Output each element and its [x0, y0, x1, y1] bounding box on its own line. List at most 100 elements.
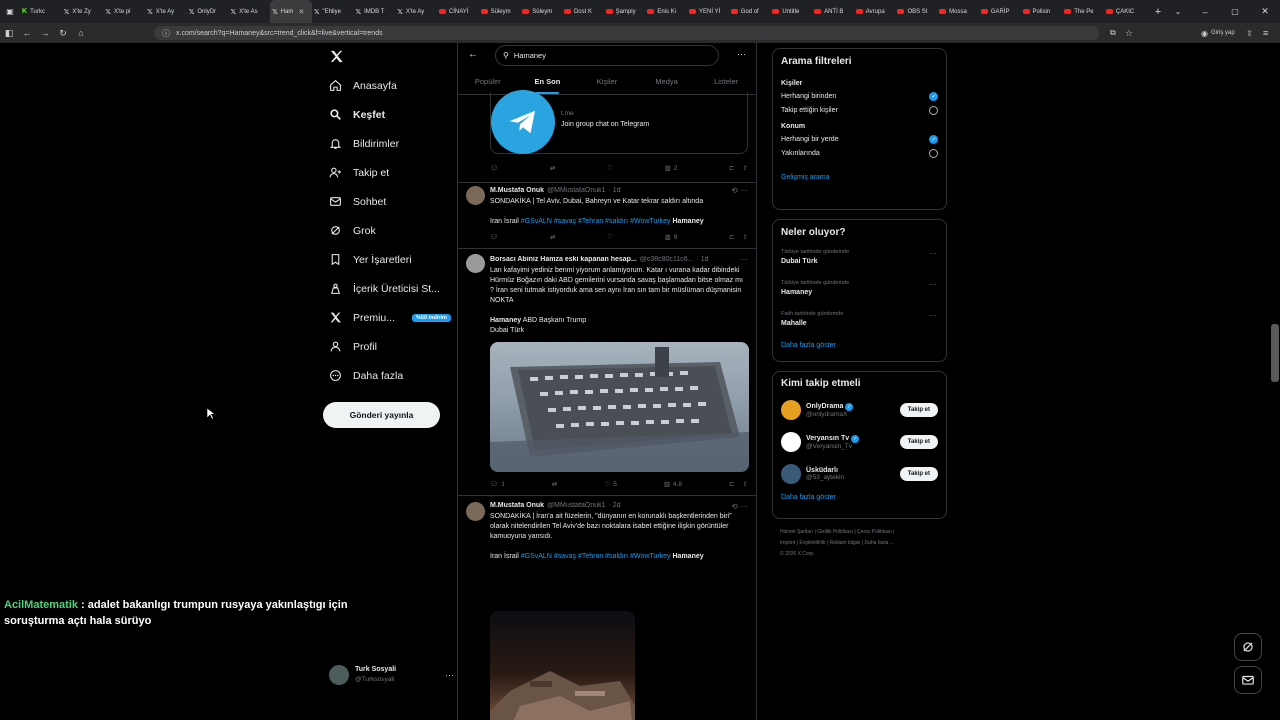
browser-tab[interactable]: CİNAYİ: [437, 0, 479, 23]
browser-tab[interactable]: K Turkc: [20, 0, 62, 23]
trend-more-icon[interactable]: ···: [929, 280, 937, 289]
who-to-follow-item[interactable]: OnlyDrama ✓ @onlydramaX Takip et: [773, 394, 946, 426]
browser-tab[interactable]: 𝕏 X'te Ay: [145, 0, 187, 23]
like-icon[interactable]: ♡ 5: [604, 480, 616, 489]
bookmark-icon[interactable]: ⊏: [729, 480, 734, 488]
hashtags[interactable]: #GSvALN #savaş #Tehran #saldırı #WowTurk…: [521, 553, 671, 560]
back-arrow-icon[interactable]: ←: [468, 49, 478, 60]
radio-button[interactable]: [929, 148, 938, 158]
browser-tab[interactable]: 𝕏 X'te Zy: [62, 0, 104, 23]
reload-icon[interactable]: ↻: [54, 28, 72, 39]
post-button[interactable]: Gönderi yayınla: [323, 402, 440, 428]
like-icon[interactable]: ♡: [607, 164, 613, 172]
back-icon[interactable]: ←: [18, 28, 36, 38]
account-switcher[interactable]: Turk Sosyali @Turksosyali ···: [329, 665, 454, 685]
trends-show-more[interactable]: Daha fazla göster: [773, 342, 946, 349]
bookmark-icon[interactable]: ⊏: [729, 233, 734, 241]
home-browser-icon[interactable]: ⌂: [72, 28, 90, 38]
maximize-icon[interactable]: ▢: [1220, 7, 1250, 16]
browser-tab[interactable]: YENİ Yİ: [687, 0, 729, 23]
url-field[interactable]: ⓘ x.com/search?q=Hamaney&src=trend_click…: [154, 26, 1099, 40]
browser-tab[interactable]: The Pe: [1062, 0, 1104, 23]
share-icon[interactable]: ⇧: [743, 233, 748, 241]
messages-fab-icon[interactable]: [1234, 666, 1262, 694]
avatar[interactable]: [466, 186, 485, 205]
browser-tab[interactable]: Dost K: [562, 0, 604, 23]
post-menu-icon[interactable]: ···: [740, 255, 748, 264]
close-window-icon[interactable]: ✕: [1250, 6, 1280, 17]
browser-tab[interactable]: Enis Ki: [645, 0, 687, 23]
trend-more-icon[interactable]: ···: [929, 311, 937, 320]
repost-icon[interactable]: ⇄: [550, 233, 555, 241]
extensions-icon[interactable]: ⇪: [1246, 29, 1253, 38]
share-icon[interactable]: ⇧: [743, 480, 748, 488]
hashtags[interactable]: #GSvALN #savaş #Tehran #saldırı #WowTurk…: [521, 218, 671, 225]
nav-item-search[interactable]: Keşfet: [320, 100, 455, 129]
author-handle[interactable]: @MMustafaOnuk1: [547, 502, 605, 509]
filter-option[interactable]: Takip ettiğin kişiler: [773, 103, 946, 117]
advanced-search-link[interactable]: Gelişmiş arama: [773, 174, 946, 181]
browser-tab[interactable]: 𝕏 X'te Ay: [395, 0, 437, 23]
search-input[interactable]: ⚲ Hamaney: [495, 45, 719, 66]
browser-tab[interactable]: Untitle: [770, 0, 812, 23]
post[interactable]: M.Mustafa Onuk @MMustafaOnuk1 · 1d ⟲ ···…: [458, 183, 756, 249]
nav-item-follow[interactable]: Takip et: [320, 158, 455, 187]
nav-item-home[interactable]: Anasayfa: [320, 71, 455, 100]
x-logo-icon[interactable]: [329, 49, 344, 64]
browser-tab[interactable]: Süleym: [520, 0, 562, 23]
reply-icon[interactable]: 💬︎ 1: [490, 480, 505, 489]
who-to-follow-item[interactable]: Üsküdarlı @53_aytekin Takip et: [773, 458, 946, 490]
browser-tab[interactable]: 𝕏 X'te As: [228, 0, 270, 23]
grok-fab-icon[interactable]: [1234, 633, 1262, 661]
tab-2[interactable]: Kişiler: [577, 69, 637, 94]
trend-more-icon[interactable]: ···: [929, 249, 937, 258]
trend-item[interactable]: Fatih tarihinde gündemde Mahalle ···: [773, 311, 946, 342]
views-icon[interactable]: ▥ 4.8: [664, 480, 682, 489]
browser-menu-icon[interactable]: ≡: [1263, 28, 1268, 38]
reader-icon[interactable]: ⧉: [1110, 28, 1116, 38]
post[interactable]: Borsacı Abiniz Hamza eski kapanan hesap.…: [458, 249, 756, 496]
nav-item-bell[interactable]: Bildirimler: [320, 129, 455, 158]
browser-tab[interactable]: Şampiy: [604, 0, 646, 23]
reply-icon[interactable]: 💬︎: [490, 233, 498, 241]
trend-item[interactable]: Türkiye tarihinde gündemde Hamaney ···: [773, 280, 946, 311]
nav-item-creator[interactable]: İçerik Üreticisi St...: [320, 274, 455, 303]
who-show-more[interactable]: Daha fazla göster: [773, 494, 946, 501]
browser-tab[interactable]: God of: [729, 0, 771, 23]
avatar[interactable]: [466, 254, 485, 273]
follow-button[interactable]: Takip et: [899, 467, 938, 481]
repost-icon[interactable]: ⇄: [550, 164, 555, 172]
browser-tab[interactable]: 𝕏 IMDB T: [354, 0, 396, 23]
minimize-icon[interactable]: –: [1190, 7, 1220, 17]
author-handle[interactable]: @MMustafaOnuk1: [547, 187, 605, 194]
post-menu-icon[interactable]: ⟲ ···: [731, 502, 748, 511]
trend-item[interactable]: Türkiye tarihinde gündemde Dubai Türk ···: [773, 249, 946, 280]
reply-icon[interactable]: 💬︎: [490, 164, 498, 172]
browser-tab[interactable]: Süleym: [479, 0, 521, 23]
account-more-icon[interactable]: ···: [445, 670, 454, 680]
post-time[interactable]: · 2d: [609, 502, 621, 509]
browser-tab[interactable]: GARİP: [979, 0, 1021, 23]
close-tab-icon[interactable]: ✕: [298, 8, 304, 16]
forward-icon[interactable]: →: [36, 28, 54, 38]
browser-tab[interactable]: 𝕏 OnlyDr: [187, 0, 229, 23]
browser-tab[interactable]: 𝕏 X'te pl: [103, 0, 145, 23]
tab-4[interactable]: Listeler: [696, 69, 756, 94]
radio-button[interactable]: [929, 91, 938, 101]
post-image-rubble[interactable]: [490, 611, 635, 720]
nav-item-grok[interactable]: Grok: [320, 216, 455, 245]
repost-icon[interactable]: ⇄: [552, 480, 557, 488]
follow-button[interactable]: Takip et: [899, 435, 938, 449]
avatar[interactable]: [781, 464, 801, 484]
filter-option[interactable]: Yakınlarında: [773, 146, 946, 160]
share-icon[interactable]: ⇧: [743, 164, 748, 172]
avatar[interactable]: [781, 432, 801, 452]
browser-tab[interactable]: 𝕏 "Ehliye: [312, 0, 354, 23]
avatar[interactable]: [466, 502, 485, 521]
tab-3[interactable]: Medya: [637, 69, 697, 94]
page-scrollbar[interactable]: [1271, 324, 1279, 382]
signin-button[interactable]: ◉ Giriş yap: [1201, 29, 1235, 38]
avatar[interactable]: [781, 400, 801, 420]
filter-option[interactable]: Herhangi birinden: [773, 89, 946, 103]
browser-tab[interactable]: Avrupa: [854, 0, 896, 23]
